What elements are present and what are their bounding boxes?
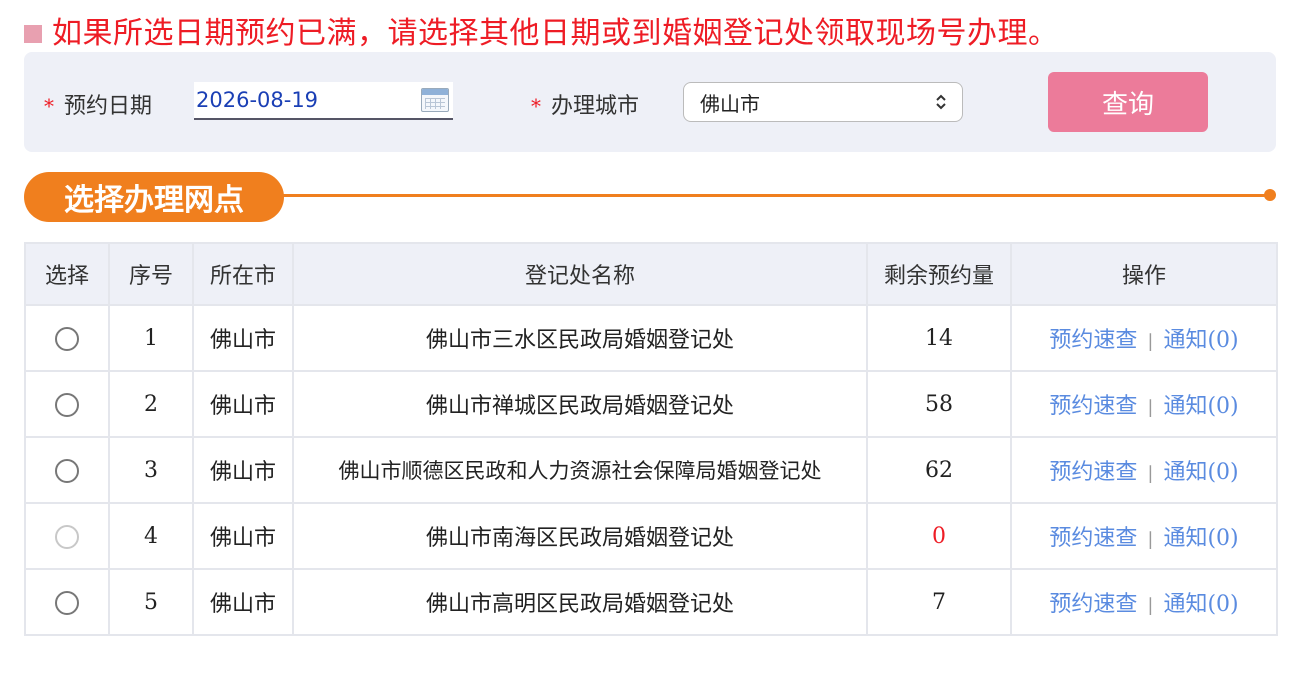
required-mark: * (531, 94, 541, 118)
notice-square-icon (24, 25, 42, 43)
radio-icon (55, 524, 79, 549)
row-actions: 预约速查 | 通知(0) (1010, 502, 1278, 570)
table-header-row: 选择 序号 所在市 登记处名称 剩余预约量 操作 (24, 242, 1278, 306)
notify-link[interactable]: 通知(0) (1163, 394, 1238, 419)
action-separator: | (1147, 331, 1154, 352)
select-updown-icon (934, 93, 948, 111)
notify-link[interactable]: 通知(0) (1163, 526, 1238, 551)
notify-link[interactable]: 通知(0) (1163, 592, 1238, 617)
header-actions: 操作 (1010, 242, 1278, 306)
table-row: 1 佛山市 佛山市三水区民政局婚姻登记处 14 预约速查 | 通知(0) (24, 304, 1278, 372)
quick-check-link[interactable]: 预约速查 (1049, 460, 1137, 485)
row-index: 3 (108, 436, 194, 504)
row-name: 佛山市禅城区民政局婚姻登记处 (292, 370, 868, 438)
row-city: 佛山市 (192, 502, 294, 570)
header-city: 所在市 (192, 242, 294, 306)
radio-icon[interactable] (55, 392, 79, 417)
date-input[interactable]: 2026-08-19 (194, 82, 453, 120)
section-divider-dot (1264, 189, 1276, 201)
row-index: 4 (108, 502, 194, 570)
header-remaining: 剩余预约量 (866, 242, 1012, 306)
action-separator: | (1147, 397, 1154, 418)
row-remaining: 14 (866, 304, 1012, 372)
radio-icon[interactable] (55, 326, 79, 351)
row-actions: 预约速查 | 通知(0) (1010, 370, 1278, 438)
notice-banner: 如果所选日期预约已满，请选择其他日期或到婚姻登记处领取现场号办理。 (24, 14, 1059, 54)
notify-link[interactable]: 通知(0) (1163, 328, 1238, 353)
table-row: 5 佛山市 佛山市高明区民政局婚姻登记处 7 预约速查 | 通知(0) (24, 568, 1278, 636)
action-separator: | (1147, 595, 1154, 616)
city-select-value: 佛山市 (700, 91, 760, 116)
city-label-text: 办理城市 (551, 94, 640, 119)
row-name: 佛山市高明区民政局婚姻登记处 (292, 568, 868, 636)
registration-sites-table: 选择 序号 所在市 登记处名称 剩余预约量 操作 1 佛山市 佛山市三水区民政局… (24, 242, 1278, 636)
notice-text: 如果所选日期预约已满，请选择其他日期或到婚姻登记处领取现场号办理。 (52, 16, 1059, 51)
row-actions: 预约速查 | 通知(0) (1010, 568, 1278, 636)
quick-check-link[interactable]: 预约速查 (1049, 592, 1137, 617)
header-index: 序号 (108, 242, 194, 306)
row-actions: 预约速查 | 通知(0) (1010, 436, 1278, 504)
table-row: 4 佛山市 佛山市南海区民政局婚姻登记处 0 预约速查 | 通知(0) (24, 502, 1278, 570)
row-city: 佛山市 (192, 304, 294, 372)
table-row: 2 佛山市 佛山市禅城区民政局婚姻登记处 58 预约速查 | 通知(0) (24, 370, 1278, 438)
radio-icon[interactable] (55, 590, 79, 615)
quick-check-link[interactable]: 预约速查 (1049, 394, 1137, 419)
row-remaining: 62 (866, 436, 1012, 504)
quick-check-link[interactable]: 预约速查 (1049, 526, 1137, 551)
quick-check-link[interactable]: 预约速查 (1049, 328, 1137, 353)
date-label-text: 预约日期 (64, 94, 153, 119)
row-index: 5 (108, 568, 194, 636)
date-value: 2026-08-19 (196, 88, 319, 112)
header-select: 选择 (24, 242, 110, 306)
row-actions: 预约速查 | 通知(0) (1010, 304, 1278, 372)
section-title: 选择办理网点 (24, 172, 284, 222)
required-mark: * (44, 94, 54, 118)
row-remaining: 7 (866, 568, 1012, 636)
row-city: 佛山市 (192, 568, 294, 636)
row-name: 佛山市顺德区民政和人力资源社会保障局婚姻登记处 (292, 436, 868, 504)
row-city: 佛山市 (192, 370, 294, 438)
row-name: 佛山市南海区民政局婚姻登记处 (292, 502, 868, 570)
row-index: 1 (108, 304, 194, 372)
calendar-icon[interactable] (421, 88, 449, 112)
row-remaining: 0 (866, 502, 1012, 570)
row-city: 佛山市 (192, 436, 294, 504)
table-row: 3 佛山市 佛山市顺德区民政和人力资源社会保障局婚姻登记处 62 预约速查 | 通知… (24, 436, 1278, 504)
radio-icon[interactable] (55, 458, 79, 483)
action-separator: | (1147, 463, 1154, 484)
row-name: 佛山市三水区民政局婚姻登记处 (292, 304, 868, 372)
action-separator: | (1147, 529, 1154, 550)
row-index: 2 (108, 370, 194, 438)
city-label: * 办理城市 (531, 88, 639, 120)
date-label: * 预约日期 (44, 88, 152, 120)
notify-link[interactable]: 通知(0) (1163, 460, 1238, 485)
city-select[interactable]: 佛山市 (683, 82, 963, 122)
header-name: 登记处名称 (292, 242, 868, 306)
section-divider-line (280, 194, 1270, 197)
query-button[interactable]: 查询 (1048, 72, 1208, 132)
row-remaining: 58 (866, 370, 1012, 438)
